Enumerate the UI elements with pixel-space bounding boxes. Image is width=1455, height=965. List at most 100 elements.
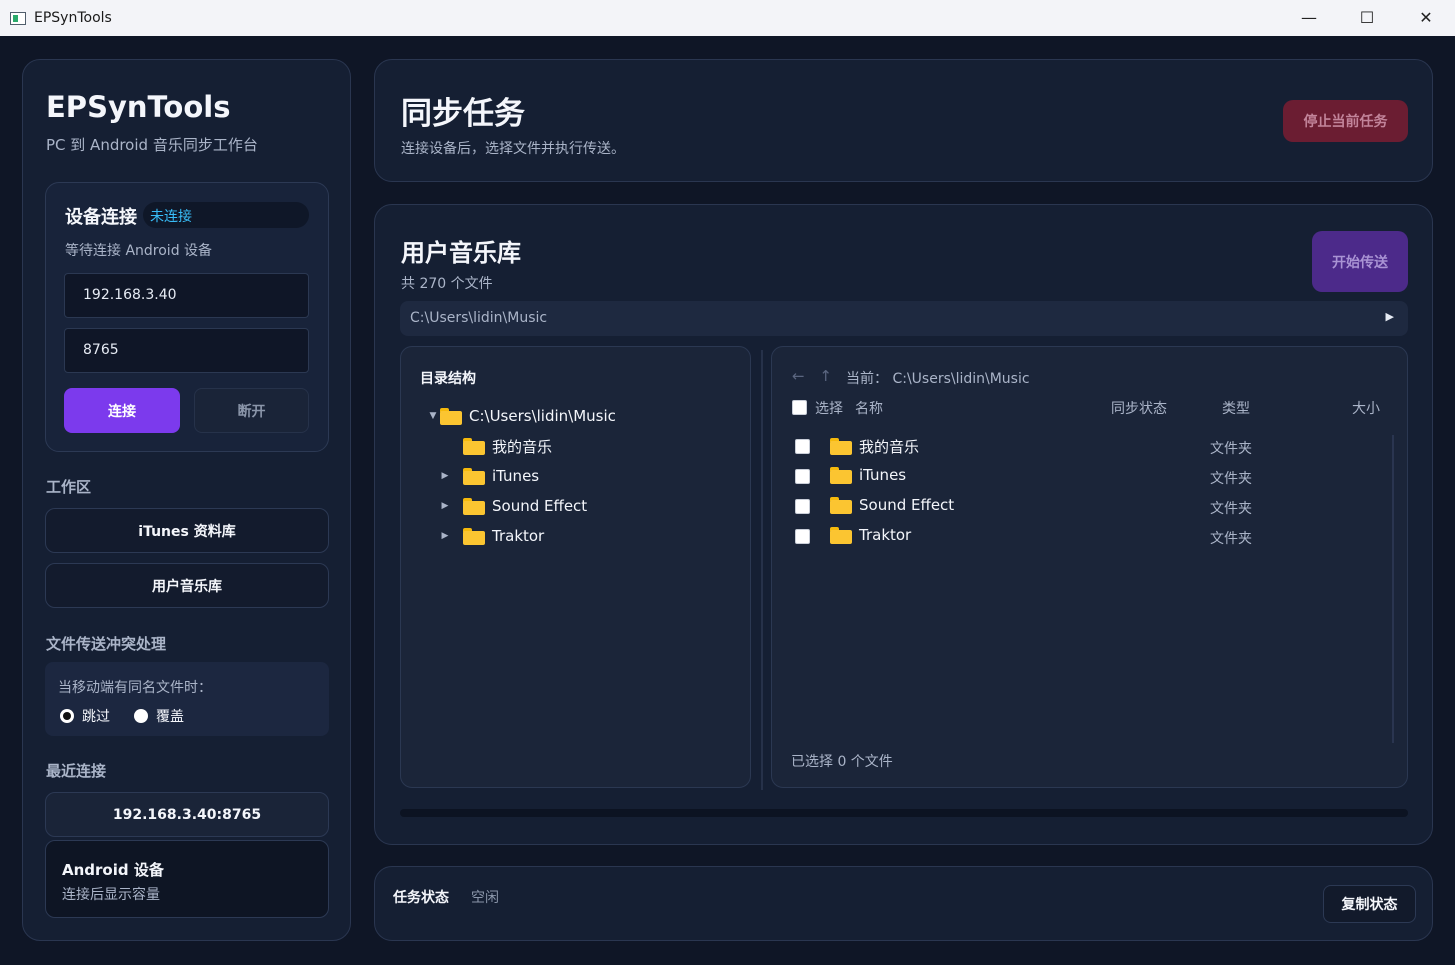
file-row-name[interactable]: 我的音乐	[830, 436, 919, 457]
file-type: 文件夹	[1210, 531, 1252, 547]
connect-button[interactable]: 连接	[64, 388, 180, 433]
disconnect-button[interactable]: 断开	[194, 388, 309, 433]
window-titlebar: EPSynTools — ☐ ✕	[0, 0, 1455, 36]
play-icon[interactable]: ▶	[1386, 310, 1394, 323]
brand-subtitle: PC 到 Android 音乐同步工作台	[46, 136, 258, 154]
workspace-label: 工作区	[46, 478, 92, 496]
folder-icon	[830, 496, 852, 514]
radio-checked-icon	[60, 709, 74, 723]
column-name[interactable]: 名称	[855, 398, 883, 418]
row-checkbox[interactable]	[795, 499, 810, 514]
tree-node-traktor[interactable]: ▶ Traktor	[438, 524, 545, 548]
file-name: Sound Effect	[859, 496, 955, 514]
folder-icon	[463, 437, 485, 455]
connection-status-badge: 未连接	[143, 202, 309, 228]
tree-node-root[interactable]: ▼ C:\Users\lidin\Music	[426, 404, 616, 428]
library-path-bar[interactable]: C:\Users\lidin\Music ▶	[400, 301, 1408, 336]
collapsed-arrow-icon[interactable]: ▶	[438, 531, 452, 541]
file-row-name[interactable]: Sound Effect	[830, 496, 954, 514]
conflict-question: 当移动端有同名文件时：	[58, 680, 212, 696]
up-arrow-icon[interactable]: ↑	[819, 367, 832, 385]
current-path: 当前： C:\Users\lidin\Music	[846, 368, 1030, 388]
itunes-library-button[interactable]: iTunes 资料库	[45, 508, 329, 553]
recent-connection-item[interactable]: 192.168.3.40:8765	[45, 792, 329, 837]
task-status-label: 任务状态	[393, 890, 449, 906]
file-row-name[interactable]: Traktor	[830, 526, 911, 544]
tree-node-label: 我的音乐	[492, 437, 553, 456]
music-library-panel: 用户音乐库 共 270 个文件 开始传送 C:\Users\lidin\Musi…	[374, 204, 1433, 845]
back-arrow-icon[interactable]: ←	[792, 367, 805, 385]
task-status-value: 空闲	[471, 890, 499, 906]
device-hint: 等待连接 Android 设备	[65, 243, 213, 259]
app-icon	[10, 11, 26, 25]
row-checkbox[interactable]	[795, 439, 810, 454]
file-type: 文件夹	[1210, 501, 1252, 517]
navigation-buttons: ← ↑	[792, 367, 832, 385]
folder-icon	[830, 466, 852, 484]
maximize-icon[interactable]: ☐	[1338, 0, 1396, 34]
overwrite-radio[interactable]: 覆盖	[134, 706, 184, 726]
task-status-bar: 任务状态 空闲 复制状态	[374, 866, 1433, 941]
device-connection-card: 设备连接 未连接 等待连接 Android 设备 192.168.3.40 87…	[45, 182, 329, 452]
current-path-value: C:\Users\lidin\Music	[892, 371, 1030, 387]
folder-icon	[463, 467, 485, 485]
ip-address-input[interactable]: 192.168.3.40	[64, 273, 309, 318]
collapsed-arrow-icon[interactable]: ▶	[438, 471, 452, 481]
radio-unchecked-icon	[134, 709, 148, 723]
skip-radio[interactable]: 跳过	[60, 706, 110, 726]
directory-tree-heading: 目录结构	[420, 371, 476, 387]
tree-node-label: Sound Effect	[492, 497, 588, 515]
close-icon[interactable]: ✕	[1397, 0, 1455, 34]
file-list-scrollbar[interactable]	[1392, 435, 1394, 743]
android-device-subtitle: 连接后显示容量	[62, 887, 160, 903]
folder-icon	[440, 407, 462, 425]
library-title: 用户音乐库	[401, 239, 521, 267]
start-transfer-button[interactable]: 开始传送	[1312, 231, 1408, 292]
collapsed-arrow-icon[interactable]: ▶	[438, 501, 452, 511]
library-path: C:\Users\lidin\Music	[410, 310, 548, 326]
column-sync-status[interactable]: 同步状态	[1111, 398, 1167, 418]
minimize-icon[interactable]: —	[1280, 0, 1338, 34]
sidebar: EPSynTools PC 到 Android 音乐同步工作台 设备连接 未连接…	[22, 59, 351, 941]
file-row-name[interactable]: iTunes	[830, 466, 906, 484]
row-checkbox[interactable]	[795, 529, 810, 544]
selected-count: 已选择 0 个文件	[791, 754, 893, 770]
tree-node-label: Traktor	[492, 527, 545, 545]
page-title: 同步任务	[401, 96, 525, 132]
file-name: Traktor	[859, 526, 912, 544]
library-file-count: 共 270 个文件	[401, 276, 493, 292]
folder-icon	[463, 497, 485, 515]
copy-status-button[interactable]: 复制状态	[1323, 885, 1416, 923]
column-type[interactable]: 类型	[1222, 398, 1250, 418]
transfer-progress-bar	[400, 809, 1408, 817]
skip-radio-label: 跳过	[82, 709, 110, 725]
column-select: 选择	[815, 401, 843, 417]
expanded-arrow-icon[interactable]: ▼	[426, 411, 440, 421]
folder-icon	[830, 438, 852, 455]
port-input[interactable]: 8765	[64, 328, 309, 373]
overwrite-radio-label: 覆盖	[156, 709, 184, 725]
row-checkbox[interactable]	[795, 469, 810, 484]
recent-connections-label: 最近连接	[46, 762, 107, 780]
file-list: ← ↑ 当前： C:\Users\lidin\Music 选择 名称 同步状态 …	[771, 346, 1408, 788]
folder-icon	[830, 526, 852, 544]
tree-node-sound-effect[interactable]: ▶ Sound Effect	[438, 494, 588, 518]
user-music-library-button[interactable]: 用户音乐库	[45, 563, 329, 608]
stop-task-button[interactable]: 停止当前任务	[1283, 100, 1408, 142]
page-subtitle: 连接设备后，选择文件并执行传送。	[401, 141, 625, 157]
file-name: iTunes	[859, 466, 907, 484]
tree-node-my-music[interactable]: 我的音乐	[463, 434, 552, 458]
pane-splitter[interactable]	[761, 350, 763, 790]
window-title: EPSynTools	[34, 10, 112, 26]
conflict-options: 当移动端有同名文件时： 跳过 覆盖	[45, 662, 329, 736]
column-size[interactable]: 大小	[1352, 398, 1380, 418]
brand-title: EPSynTools	[46, 90, 231, 124]
select-all-checkbox[interactable]	[792, 400, 807, 415]
tree-node-label: C:\Users\lidin\Music	[469, 407, 616, 425]
file-type: 文件夹	[1210, 471, 1252, 487]
current-path-label: 当前：	[846, 371, 888, 387]
android-device-title: Android 设备	[62, 861, 164, 879]
tree-node-itunes[interactable]: ▶ iTunes	[438, 464, 540, 488]
file-type: 文件夹	[1210, 441, 1252, 457]
sync-task-header: 同步任务 连接设备后，选择文件并执行传送。 停止当前任务	[374, 59, 1433, 182]
